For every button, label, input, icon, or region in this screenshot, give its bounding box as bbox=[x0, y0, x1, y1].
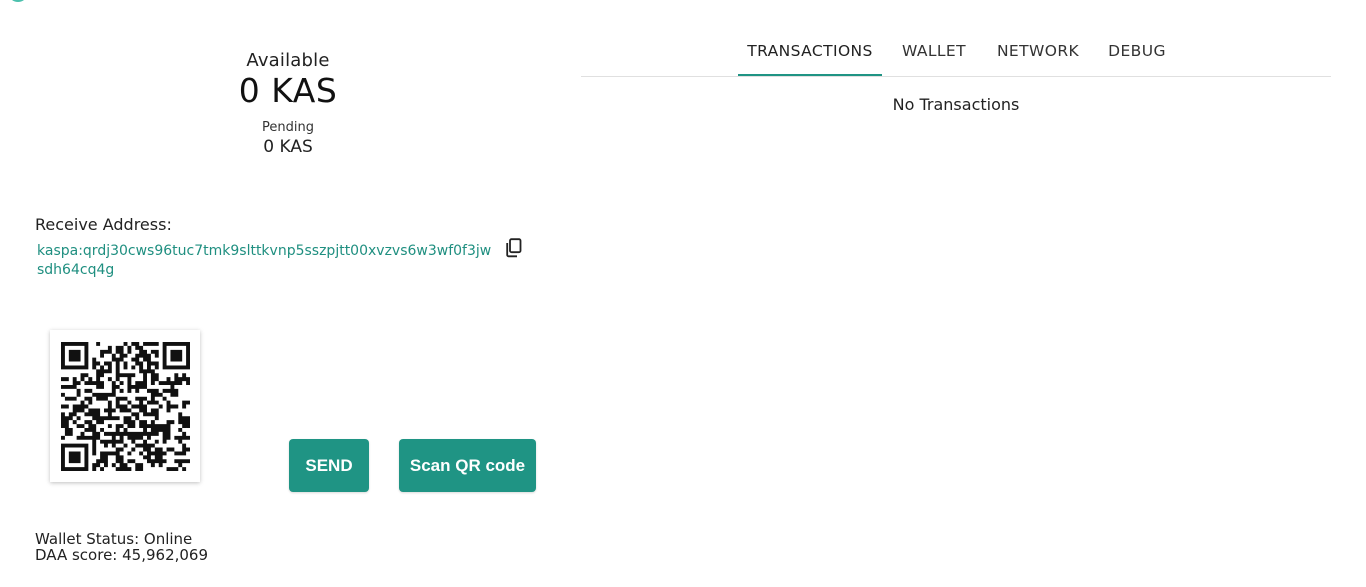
tab-bar: TRANSACTIONS WALLET NETWORK DEBUG bbox=[581, 28, 1331, 77]
tab-debug[interactable]: DEBUG bbox=[1101, 28, 1173, 74]
tab-network[interactable]: NETWORK bbox=[989, 28, 1087, 74]
status-panel: Wallet Status: Online DAA score: 45,962,… bbox=[35, 531, 208, 563]
pending-label: Pending bbox=[262, 120, 314, 135]
receive-address-link[interactable]: kaspa:qrdj30cws96tuc7tmk9slttkvnp5sszpjt… bbox=[37, 242, 497, 280]
qr-code-image bbox=[60, 341, 190, 471]
wallet-status: Wallet Status: Online bbox=[35, 530, 193, 548]
tab-wallet[interactable]: WALLET bbox=[894, 28, 974, 74]
wallet-app: Available 0 KAS Pending 0 KAS Receive Ad… bbox=[0, 0, 1366, 587]
send-button[interactable]: SEND bbox=[289, 439, 369, 492]
balance-panel: Available 0 KAS Pending 0 KAS bbox=[188, 50, 388, 157]
qr-code bbox=[50, 330, 200, 482]
available-label: Available bbox=[246, 50, 330, 71]
pending-balance: 0 KAS bbox=[263, 137, 313, 157]
copy-icon[interactable] bbox=[505, 238, 523, 258]
daa-score: DAA score: 45,962,069 bbox=[35, 546, 209, 564]
scan-qr-button[interactable]: Scan QR code bbox=[399, 439, 536, 492]
available-balance: 0 KAS bbox=[238, 71, 338, 110]
logo-icon bbox=[8, 0, 34, 6]
receive-address-label: Receive Address: bbox=[35, 215, 172, 234]
no-transactions-message: No Transactions bbox=[892, 95, 1020, 114]
tab-transactions[interactable]: TRANSACTIONS bbox=[738, 28, 882, 76]
